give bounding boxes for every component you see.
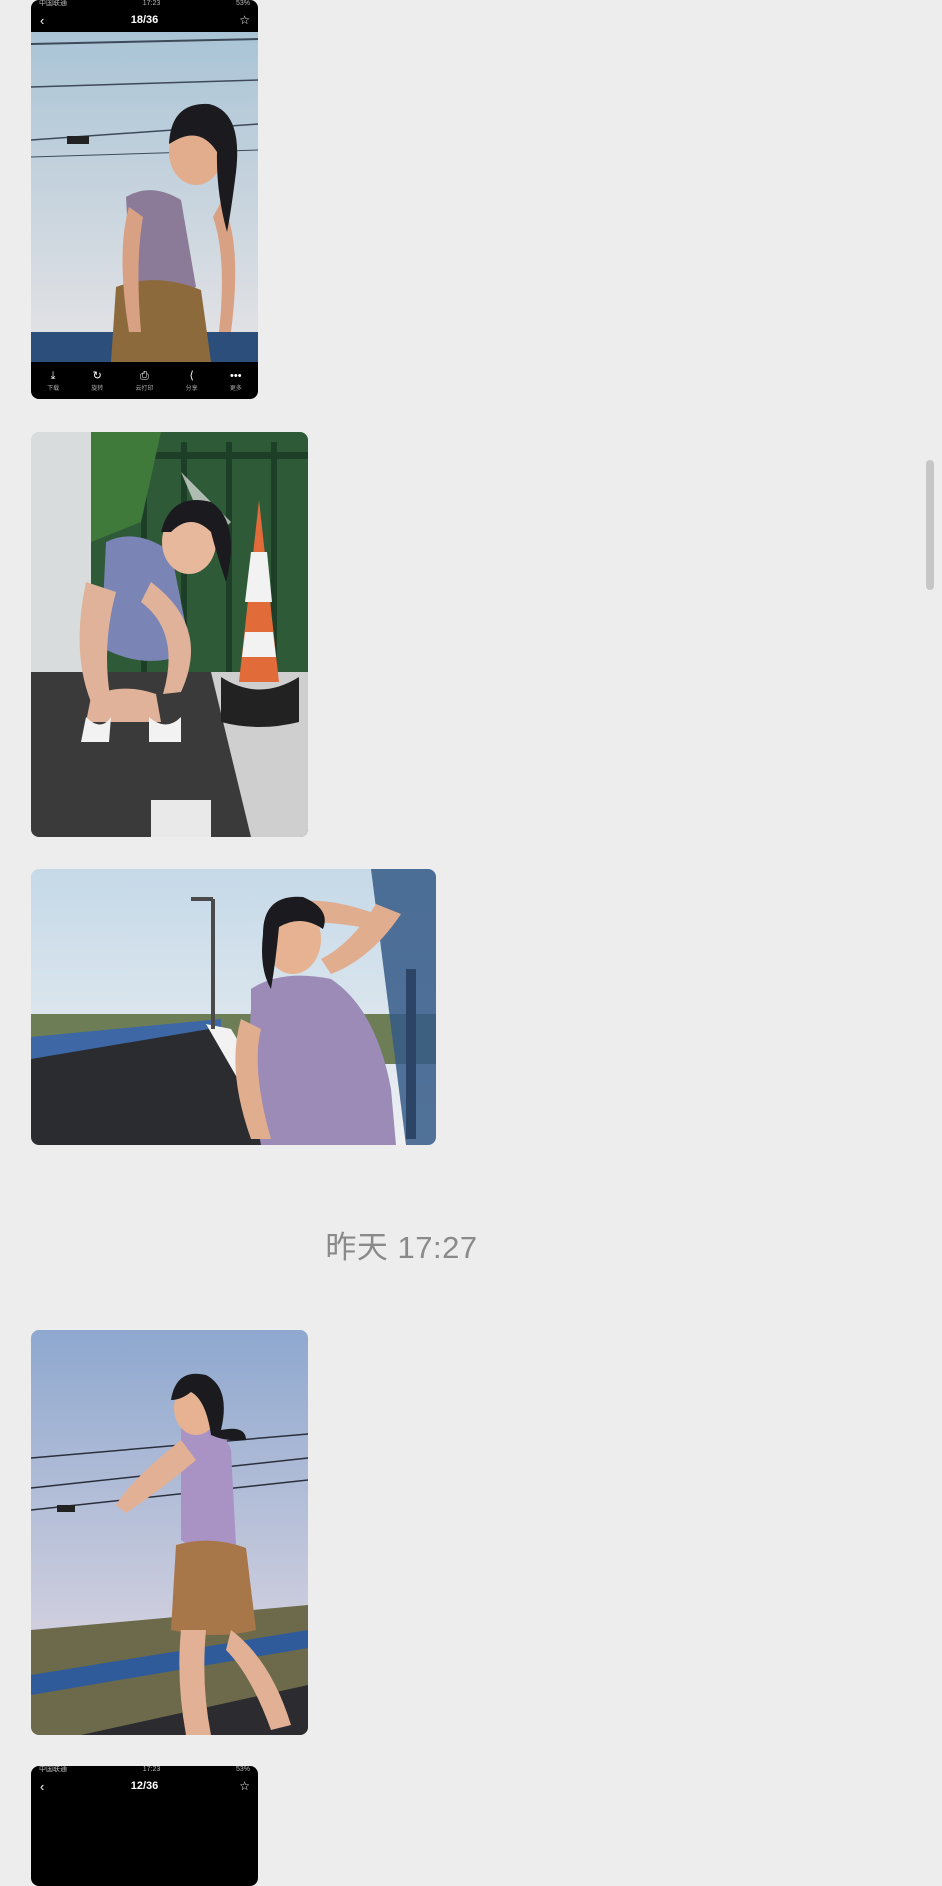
battery-label: 53% <box>235 1766 250 1773</box>
download-icon: ⤓ <box>50 370 56 382</box>
status-bar: 中国联通 17:23 53% <box>31 1766 258 1774</box>
share-icon: ⟨ <box>189 370 194 382</box>
toolbar-label: 云打印 <box>135 386 154 392</box>
toolbar-download: ⤓ 下载 <box>47 370 59 392</box>
print-icon: ⎙ <box>140 370 149 382</box>
photo-counter: 12/36 <box>130 1780 159 1792</box>
chat-image-photo-3[interactable] <box>31 869 436 1145</box>
photo-counter: 18/36 <box>130 14 159 26</box>
toolbar-share: ⟨ 分享 <box>186 370 198 392</box>
more-icon: ••• <box>230 370 242 382</box>
chevron-left-icon: ‹ <box>40 12 45 28</box>
star-icon: ☆ <box>239 13 250 27</box>
photo-viewer-header: ‹ 12/36 ☆ <box>31 1774 258 1798</box>
toolbar-label: 分享 <box>185 386 198 392</box>
rotate-icon: ↻ <box>92 370 102 382</box>
star-icon: ☆ <box>239 1779 250 1793</box>
photo-content <box>31 1330 308 1735</box>
status-bar: 中国联通 17:23 53% <box>31 0 258 8</box>
toolbar-label: 下载 <box>47 386 60 392</box>
chat-image-screenshot-1[interactable]: 中国联通 17:23 53% ‹ 18/36 ☆ ⤓ 下载 ↻ 旋转 ⎙ 云打印… <box>31 0 258 399</box>
photo-viewer-toolbar: ⤓ 下载 ↻ 旋转 ⎙ 云打印 ⟨ 分享 ••• 更多 <box>31 363 258 399</box>
carrier-label: 中国联通 <box>39 0 67 7</box>
photo-content <box>31 869 436 1145</box>
toolbar-label: 更多 <box>229 386 242 392</box>
battery-label: 53% <box>235 0 250 7</box>
photo-viewer-header: ‹ 18/36 ☆ <box>31 8 258 32</box>
status-time: 17:23 <box>142 1766 161 1773</box>
photo-content <box>31 32 258 362</box>
toolbar-label: 旋转 <box>91 386 104 392</box>
photo-content <box>31 432 308 837</box>
chevron-left-icon: ‹ <box>40 1778 45 1794</box>
toolbar-print: ⎙ 云打印 <box>135 370 153 392</box>
chat-image-photo-4[interactable] <box>31 1330 308 1735</box>
carrier-label: 中国联通 <box>39 1766 67 1773</box>
chat-timestamp: 昨天 17:27 <box>325 1230 478 1265</box>
toolbar-more: ••• 更多 <box>230 370 242 392</box>
status-time: 17:23 <box>142 0 161 7</box>
chat-image-screenshot-2[interactable]: 中国联通 17:23 53% ‹ 12/36 ☆ <box>31 1766 258 1886</box>
scrollbar[interactable] <box>926 460 934 590</box>
toolbar-rotate: ↻ 旋转 <box>91 370 103 392</box>
chat-image-photo-2[interactable] <box>31 432 308 837</box>
